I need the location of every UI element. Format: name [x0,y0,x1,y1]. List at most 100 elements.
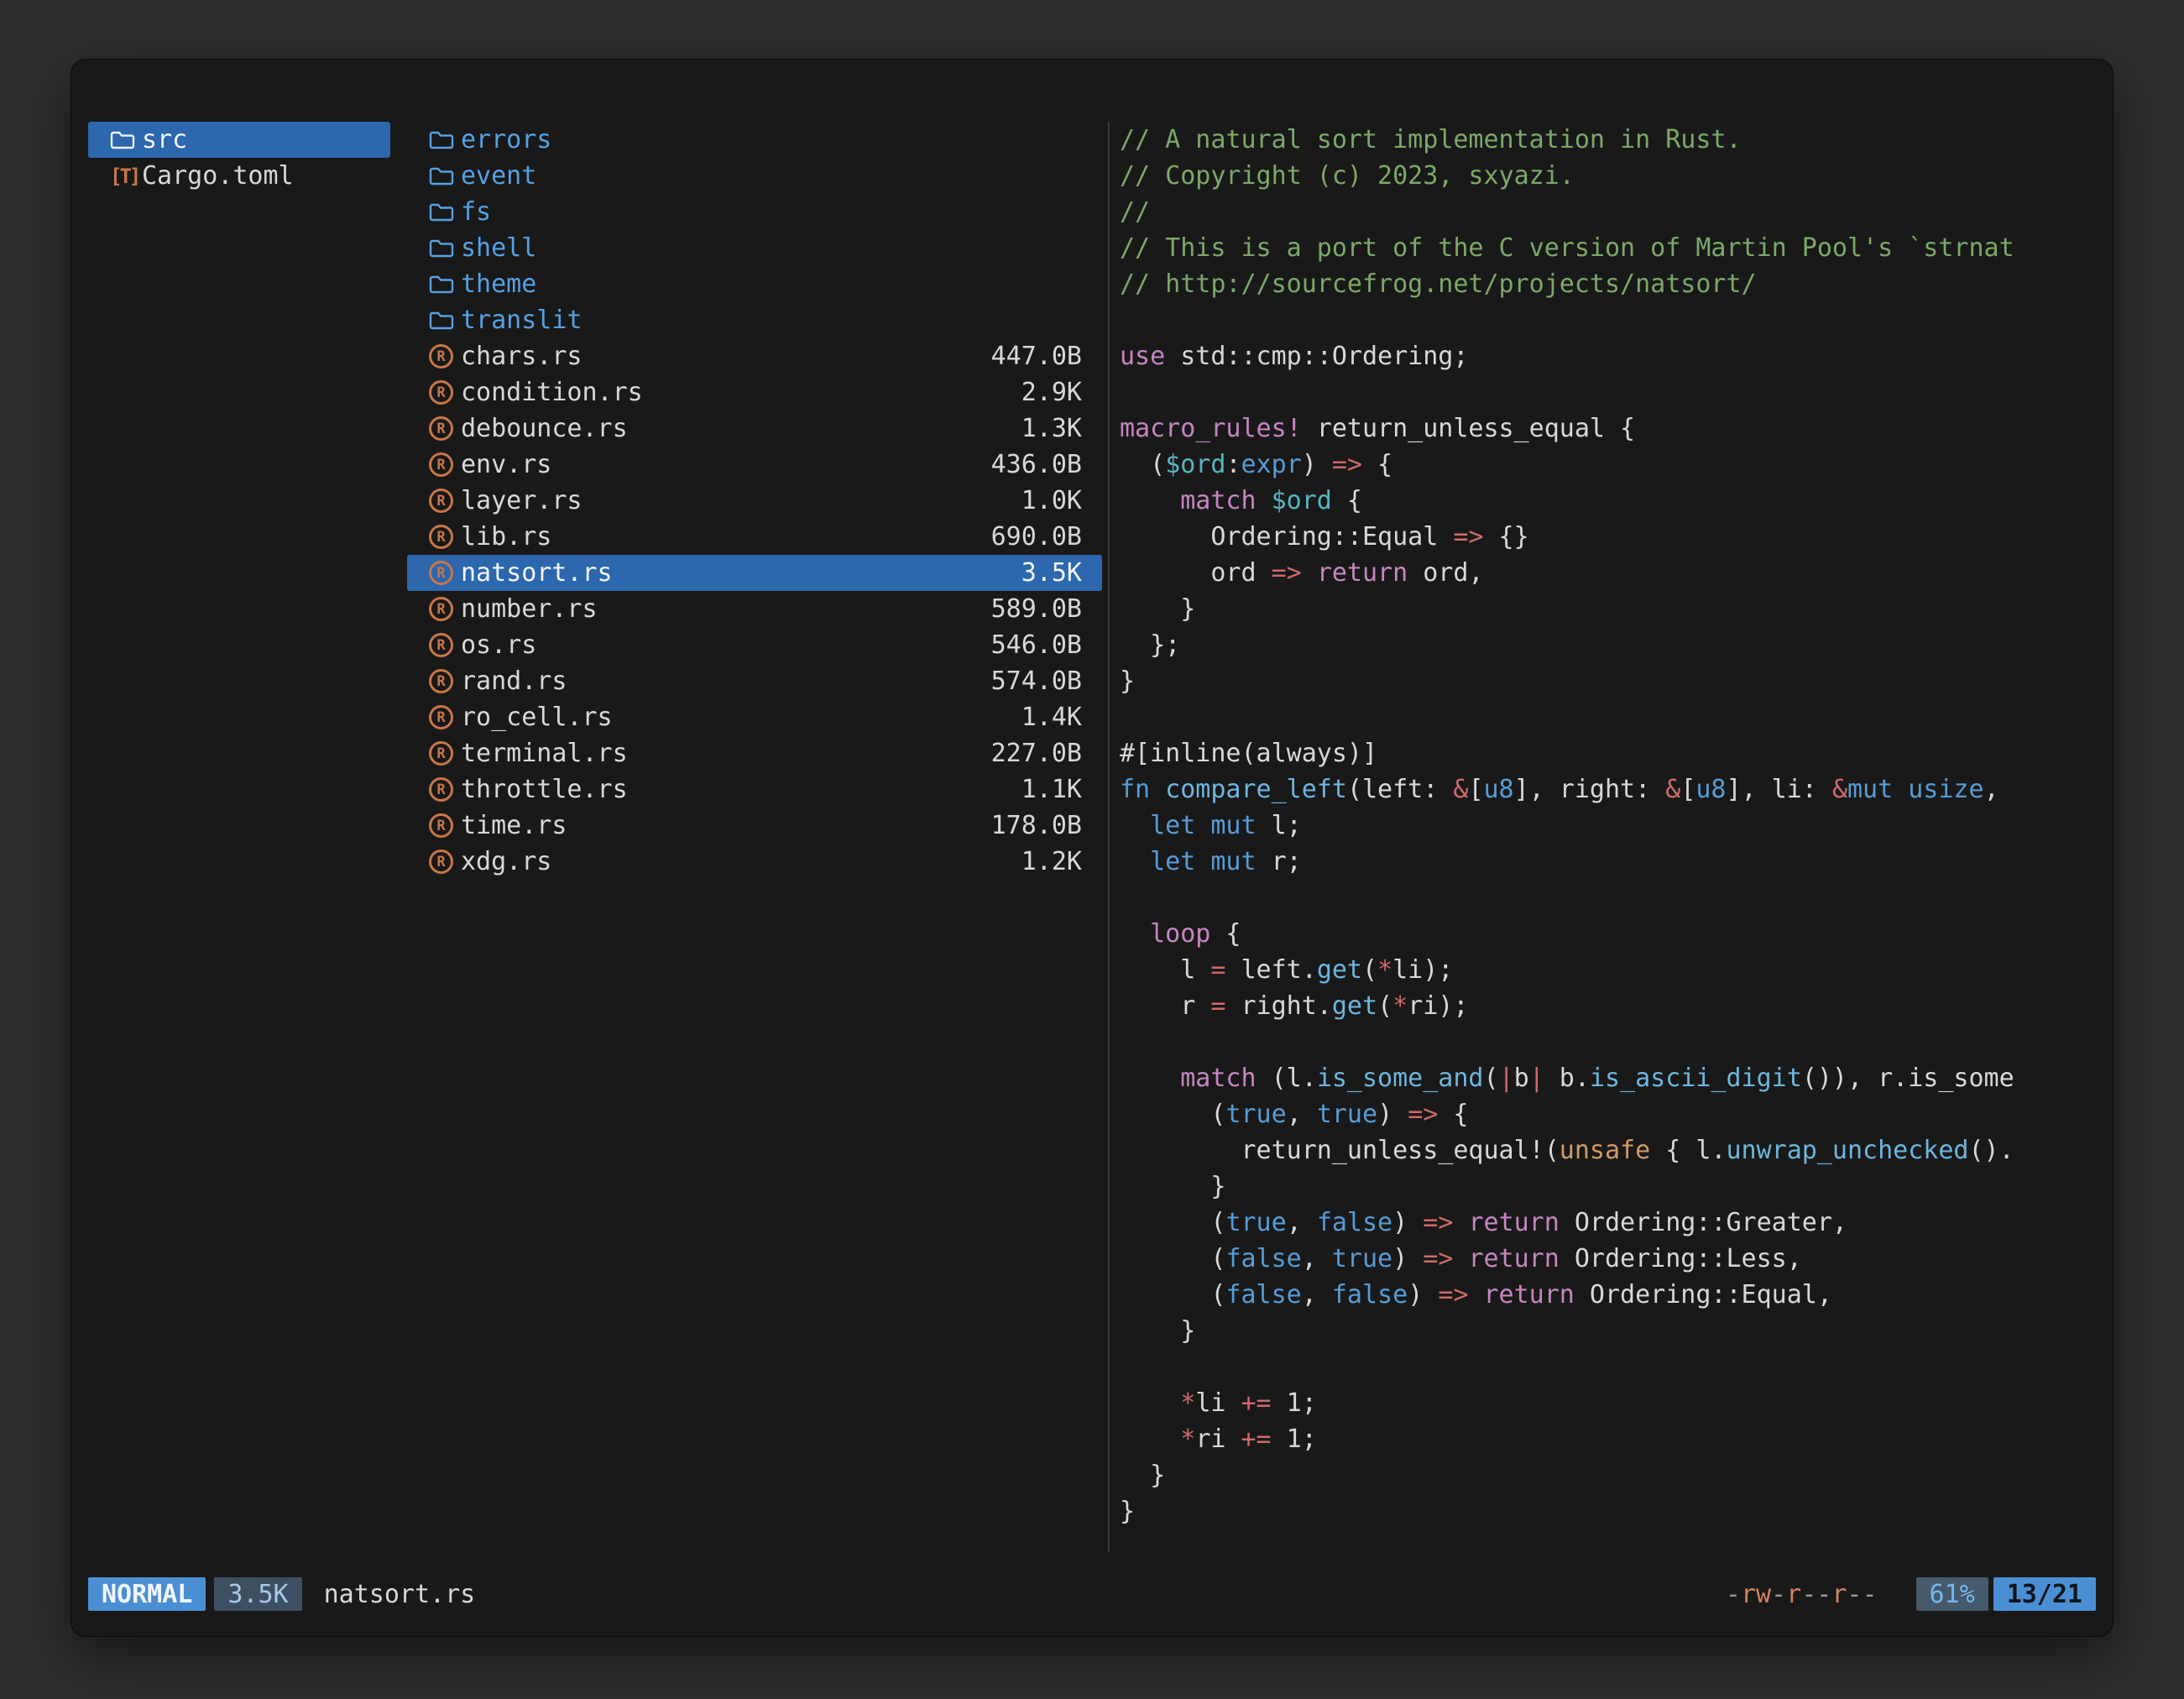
file-row[interactable]: Rcondition.rs2.9K [407,374,1102,410]
file-row[interactable]: Ros.rs 546.0B [407,627,1102,663]
file-row[interactable]: Rlib.rs690.0B [407,519,1102,555]
code-line: } [1120,663,2101,699]
code-line: (false, true) => return Ordering::Less, [1120,1241,2101,1277]
entry-size: 1.0K [1021,486,1082,515]
code-line: let mut l; [1120,808,2101,844]
code-line: *ri += 1; [1120,1421,2101,1457]
file-row[interactable]: Rterminal.rs227.0B [407,735,1102,771]
file-preview-pane: // A natural sort implementation in Rust… [1120,122,2101,1544]
folder-icon [110,129,142,151]
current-directory-pane: errors event fs shell theme translit Rchars.rs… [407,122,1102,880]
code-line: loop { [1120,916,2101,952]
scroll-percent-badge: 61% [1916,1577,1988,1611]
code-line: } [1120,591,2101,627]
rust-file-icon: R [429,452,461,477]
entry-size: 178.0B [991,811,1082,840]
code-line: } [1120,1457,2101,1493]
file-row[interactable]: Rdebounce.rs 1.3K [407,410,1102,447]
entry-name: debounce.rs [461,414,628,443]
entry-name: natsort.rs [461,558,613,588]
code-line: // [1120,194,2101,230]
rust-file-icon: R [429,344,461,369]
code-line: ($ord:expr) => { [1120,447,2101,483]
dir-row[interactable]: theme [407,266,1102,302]
code-line: *li += 1; [1120,1385,2101,1421]
code-line [1120,374,2101,410]
rust-file-icon: R [429,813,461,838]
file-row[interactable]: Rtime.rs 178.0B [407,808,1102,844]
file-row[interactable]: [T]Cargo.toml [88,158,390,194]
rust-file-icon: R [429,380,461,405]
entry-size: 447.0B [991,342,1082,371]
panes-container: src[T]Cargo.toml errors event fs shell theme… [71,122,2113,1544]
code-line: }; [1120,627,2101,663]
folder-icon [429,310,461,332]
dir-row[interactable]: shell [407,230,1102,266]
parent-directory-pane: src[T]Cargo.toml [88,122,390,194]
file-row[interactable]: Rxdg.rs1.2K [407,844,1102,880]
rust-file-icon: R [429,705,461,729]
entry-size: 1.3K [1021,414,1082,443]
code-line: match (l.is_some_and(|b| b.is_ascii_digi… [1120,1060,2101,1096]
entry-name: terminal.rs [461,739,628,768]
entry-size: 1.1K [1021,775,1082,804]
entry-name: theme [461,269,536,299]
rust-file-icon: R [429,416,461,441]
entry-name: fs [461,197,491,227]
entry-name: os.rs [461,630,536,660]
entry-name: throttle.rs [461,775,628,804]
status-bar: NORMAL 3.5K natsort.rs -rw-r--r-- 61% 13… [88,1576,2096,1613]
file-manager-window: src[T]Cargo.toml errors event fs shell theme… [71,59,2113,1637]
file-row[interactable]: Rthrottle.rs 1.1K [407,771,1102,808]
rust-file-icon: R [429,850,461,874]
code-line: ord => return ord, [1120,555,2101,591]
file-row[interactable]: Rnatsort.rs 3.5K [407,555,1102,591]
entry-name: errors [461,125,551,154]
entry-size: 3.5K [1021,558,1082,588]
code-line [1120,880,2101,916]
folder-icon [429,238,461,259]
code-line: } [1120,1168,2101,1205]
entry-name: time.rs [461,811,567,840]
file-row[interactable]: Rchars.rs447.0B [407,338,1102,374]
mode-badge: NORMAL [88,1577,206,1611]
code-line: let mut r; [1120,844,2101,880]
rust-file-icon: R [429,489,461,513]
entry-name: shell [461,233,536,263]
entry-size: 690.0B [991,522,1082,552]
rust-file-icon: R [429,633,461,657]
dir-row[interactable]: src [88,122,390,158]
entry-size: 1.2K [1021,847,1082,876]
code-line: // A natural sort implementation in Rust… [1120,122,2101,158]
entry-name: event [461,161,536,191]
folder-icon [429,165,461,187]
file-row[interactable]: Rro_cell.rs1.4K [407,699,1102,735]
rust-file-icon: R [429,525,461,549]
code-line [1120,699,2101,735]
dir-row[interactable]: event [407,158,1102,194]
rust-file-icon: R [429,777,461,802]
file-size-badge: 3.5K [214,1577,301,1611]
file-row[interactable]: Renv.rs436.0B [407,447,1102,483]
dir-row[interactable]: fs [407,194,1102,230]
cursor-position-badge: 13/21 [1993,1577,2096,1611]
entry-size: 546.0B [991,630,1082,660]
file-row[interactable]: Rnumber.rs589.0B [407,591,1102,627]
code-line [1120,302,2101,338]
code-line: fn compare_left(left: &[u8], right: &[u8… [1120,771,2101,808]
file-row[interactable]: Rrand.rs574.0B [407,663,1102,699]
desktop: { "colors": { "desktop_bg": "#2e2e2e", "… [0,0,2184,1699]
code-line: r = right.get(*ri); [1120,988,2101,1024]
rust-file-icon: R [429,561,461,585]
code-line: return_unless_equal!(unsafe { l.unwrap_u… [1120,1132,2101,1168]
file-row[interactable]: Rlayer.rs 1.0K [407,483,1102,519]
dir-row[interactable]: errors [407,122,1102,158]
dir-row[interactable]: translit [407,302,1102,338]
folder-icon [429,201,461,223]
status-filename: natsort.rs [324,1580,476,1609]
entry-name: translit [461,306,583,335]
entry-size: 574.0B [991,667,1082,696]
entry-name: Cargo.toml [142,161,294,191]
entry-name: layer.rs [461,486,583,515]
pane-separator [1108,122,1110,1552]
